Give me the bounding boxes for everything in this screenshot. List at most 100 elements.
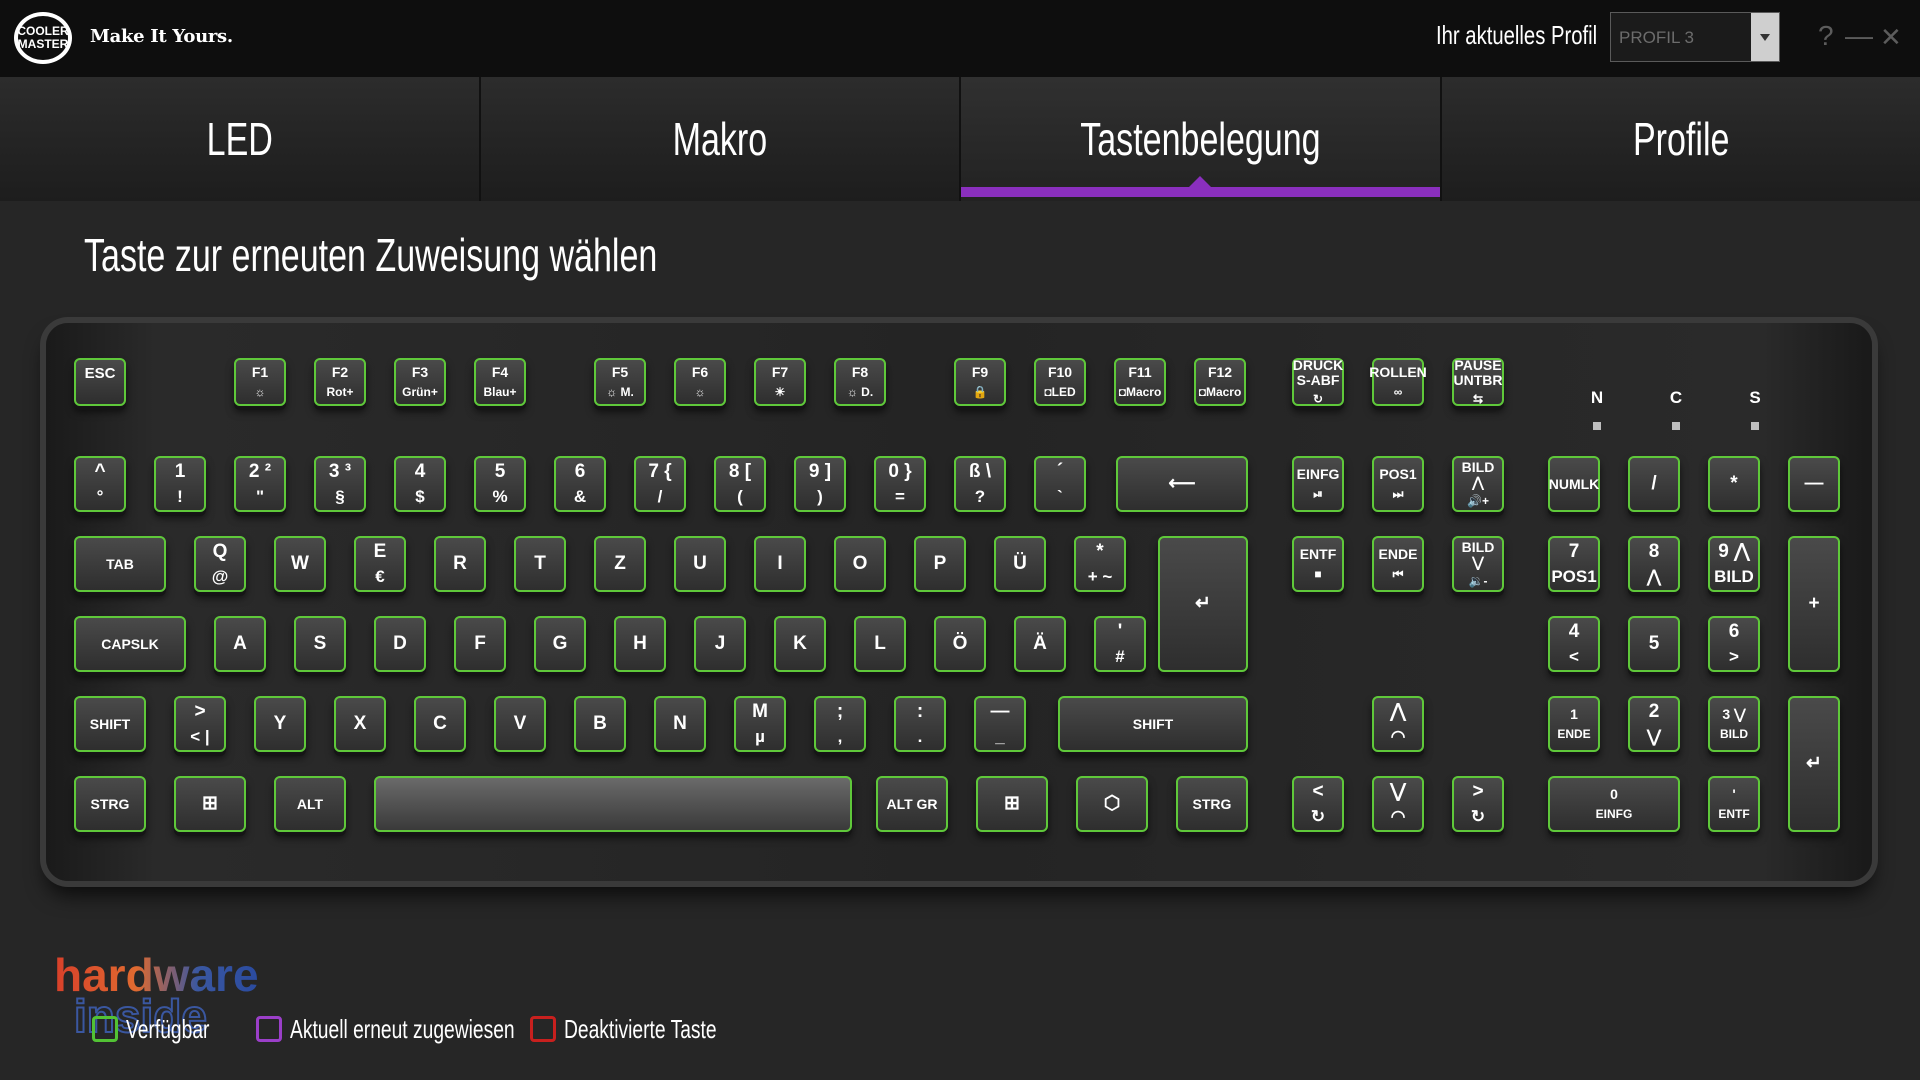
keyboard-key[interactable]: F2 Rot+ [314, 358, 366, 406]
keyboard-key[interactable]: 1! [154, 456, 206, 512]
keyboard-key[interactable]: 5% [474, 456, 526, 512]
keyboard-key[interactable]: F7 ☀ [754, 358, 806, 406]
keyboard-key[interactable]: ESC [74, 358, 126, 406]
keyboard-key[interactable]: 2 ⋁ [1628, 696, 1680, 752]
keyboard-key[interactable]: O [834, 536, 886, 592]
keyboard-key[interactable]: ' ENTF [1708, 776, 1760, 832]
keyboard-key[interactable]: F1 ☼ [234, 358, 286, 406]
keyboard-key[interactable]: + [1788, 536, 1840, 672]
keyboard-key[interactable]: B [574, 696, 626, 752]
keyboard-key[interactable]: E € [354, 536, 406, 592]
keyboard-key[interactable]: F8 ☼ D. [834, 358, 886, 406]
keyboard-key[interactable]: SHIFT [74, 696, 146, 752]
keyboard-key[interactable]: :. [894, 696, 946, 752]
keyboard-key[interactable]: G [534, 616, 586, 672]
keyboard-key[interactable] [374, 776, 852, 832]
keyboard-key[interactable]: 3 ⋁ BILD [1708, 696, 1760, 752]
tab-led[interactable]: LED [0, 77, 481, 201]
keyboard-key[interactable]: 5 [1628, 616, 1680, 672]
keyboard-key[interactable]: PAUSE UNTBR ⇆ [1452, 358, 1504, 406]
keyboard-key[interactable]: F11 ◘Macro [1114, 358, 1166, 406]
keyboard-key[interactable]: / [1628, 456, 1680, 512]
keyboard-key[interactable]: I [754, 536, 806, 592]
keyboard-key[interactable]: ↵ [1788, 696, 1840, 832]
keyboard-key[interactable]: ⬡ [1076, 776, 1148, 832]
keyboard-key[interactable]: 4 < [1548, 616, 1600, 672]
keyboard-key[interactable]: BILD ⋁ 🔉- [1452, 536, 1504, 592]
keyboard-key[interactable]: 4 $ [394, 456, 446, 512]
keyboard-key[interactable]: F12 ◘Macro [1194, 358, 1246, 406]
close-icon[interactable]: ✕ [1880, 22, 1902, 53]
tab-makro[interactable]: Makro [480, 77, 961, 201]
keyboard-key[interactable]: J [694, 616, 746, 672]
minimize-icon[interactable]: — [1845, 20, 1873, 52]
keyboard-key[interactable]: Ä [1014, 616, 1066, 672]
keyboard-key[interactable]: ALT [274, 776, 346, 832]
keyboard-key[interactable]: 6 & [554, 456, 606, 512]
keyboard-key[interactable]: A [214, 616, 266, 672]
keyboard-key[interactable]: ´ ` [1034, 456, 1086, 512]
keyboard-key[interactable]: NUMLK [1548, 456, 1600, 512]
keyboard-key[interactable]: U [674, 536, 726, 592]
keyboard-key[interactable]: S [294, 616, 346, 672]
keyboard-key[interactable]: 7 {/ [634, 456, 686, 512]
keyboard-key[interactable]: STRG [1176, 776, 1248, 832]
keyboard-key[interactable]: F9 🔒 [954, 358, 1006, 406]
keyboard-key[interactable]: Q @ [194, 536, 246, 592]
keyboard-key[interactable]: CAPSLK [74, 616, 186, 672]
keyboard-key[interactable]: F [454, 616, 506, 672]
keyboard-key[interactable]: R [434, 536, 486, 592]
keyboard-key[interactable]: BILD ⋀ 🔊+ [1452, 456, 1504, 512]
tab-tastenbelegung[interactable]: Tastenbelegung [961, 77, 1442, 201]
keyboard-key[interactable]: 7 POS1 [1548, 536, 1600, 592]
keyboard-key[interactable]: ROLLEN ∞ [1369, 358, 1427, 406]
keyboard-key[interactable]: P [914, 536, 966, 592]
keyboard-key[interactable]: ;, [814, 696, 866, 752]
keyboard-key[interactable]: SHIFT [1058, 696, 1248, 752]
keyboard-key[interactable]: F4 Blau+ [474, 358, 526, 406]
chevron-down-icon[interactable] [1751, 13, 1779, 61]
keyboard-key[interactable]: EINFG ⏯ [1292, 456, 1344, 512]
keyboard-key[interactable]: 8 ⋀ [1628, 536, 1680, 592]
profile-dropdown[interactable]: PROFIL 3 [1610, 12, 1780, 62]
keyboard-key[interactable]: F6 ☼ [674, 358, 726, 406]
keyboard-key[interactable]: F3 Grün+ [394, 358, 446, 406]
keyboard-key[interactable]: X [334, 696, 386, 752]
keyboard-key[interactable]: V [494, 696, 546, 752]
keyboard-key[interactable]: 9 ⋀ BILD [1708, 536, 1760, 592]
keyboard-key[interactable]: Y [254, 696, 306, 752]
keyboard-key[interactable]: 2 ² " [234, 456, 286, 512]
keyboard-key[interactable]: TAB [74, 536, 166, 592]
keyboard-key[interactable]: POS1 ⏭ [1372, 456, 1424, 512]
keyboard-key[interactable]: 0 EINFG [1548, 776, 1680, 832]
keyboard-key[interactable]: > ↻ [1452, 776, 1504, 832]
keyboard-key[interactable]: Ö [934, 616, 986, 672]
keyboard-key[interactable]: 3 ³ § [314, 456, 366, 512]
tab-profile[interactable]: Profile [1441, 77, 1920, 201]
keyboard-key[interactable]: — _ [974, 696, 1026, 752]
keyboard-key[interactable]: * [1708, 456, 1760, 512]
keyboard-key[interactable]: L [854, 616, 906, 672]
keyboard-key[interactable]: 6 > [1708, 616, 1760, 672]
keyboard-key[interactable]: * + ~ [1074, 536, 1126, 592]
keyboard-key[interactable]: ENDE ⏮ [1372, 536, 1424, 592]
keyboard-key[interactable]: Mµ [734, 696, 786, 752]
keyboard-key[interactable]: < ↻ [1292, 776, 1344, 832]
keyboard-key[interactable]: Z [594, 536, 646, 592]
keyboard-key[interactable]: ALT GR [876, 776, 948, 832]
keyboard-key[interactable]: > < | [174, 696, 226, 752]
keyboard-key[interactable]: F10 ◘LED [1034, 358, 1086, 406]
keyboard-key[interactable]: — [1788, 456, 1840, 512]
keyboard-key[interactable]: K [774, 616, 826, 672]
keyboard-key[interactable]: N [654, 696, 706, 752]
keyboard-key[interactable]: W [274, 536, 326, 592]
keyboard-key[interactable]: ⋀ ◠ [1372, 696, 1424, 752]
keyboard-key[interactable]: F5 ☼ M. [594, 358, 646, 406]
keyboard-key[interactable]: D [374, 616, 426, 672]
keyboard-key[interactable]: ⟵ [1116, 456, 1248, 512]
keyboard-key[interactable]: ⊞ [174, 776, 246, 832]
keyboard-key[interactable]: 8 [( [714, 456, 766, 512]
keyboard-key[interactable]: ß \? [954, 456, 1006, 512]
keyboard-key[interactable]: 9 ]) [794, 456, 846, 512]
keyboard-key[interactable]: ^ ° [74, 456, 126, 512]
